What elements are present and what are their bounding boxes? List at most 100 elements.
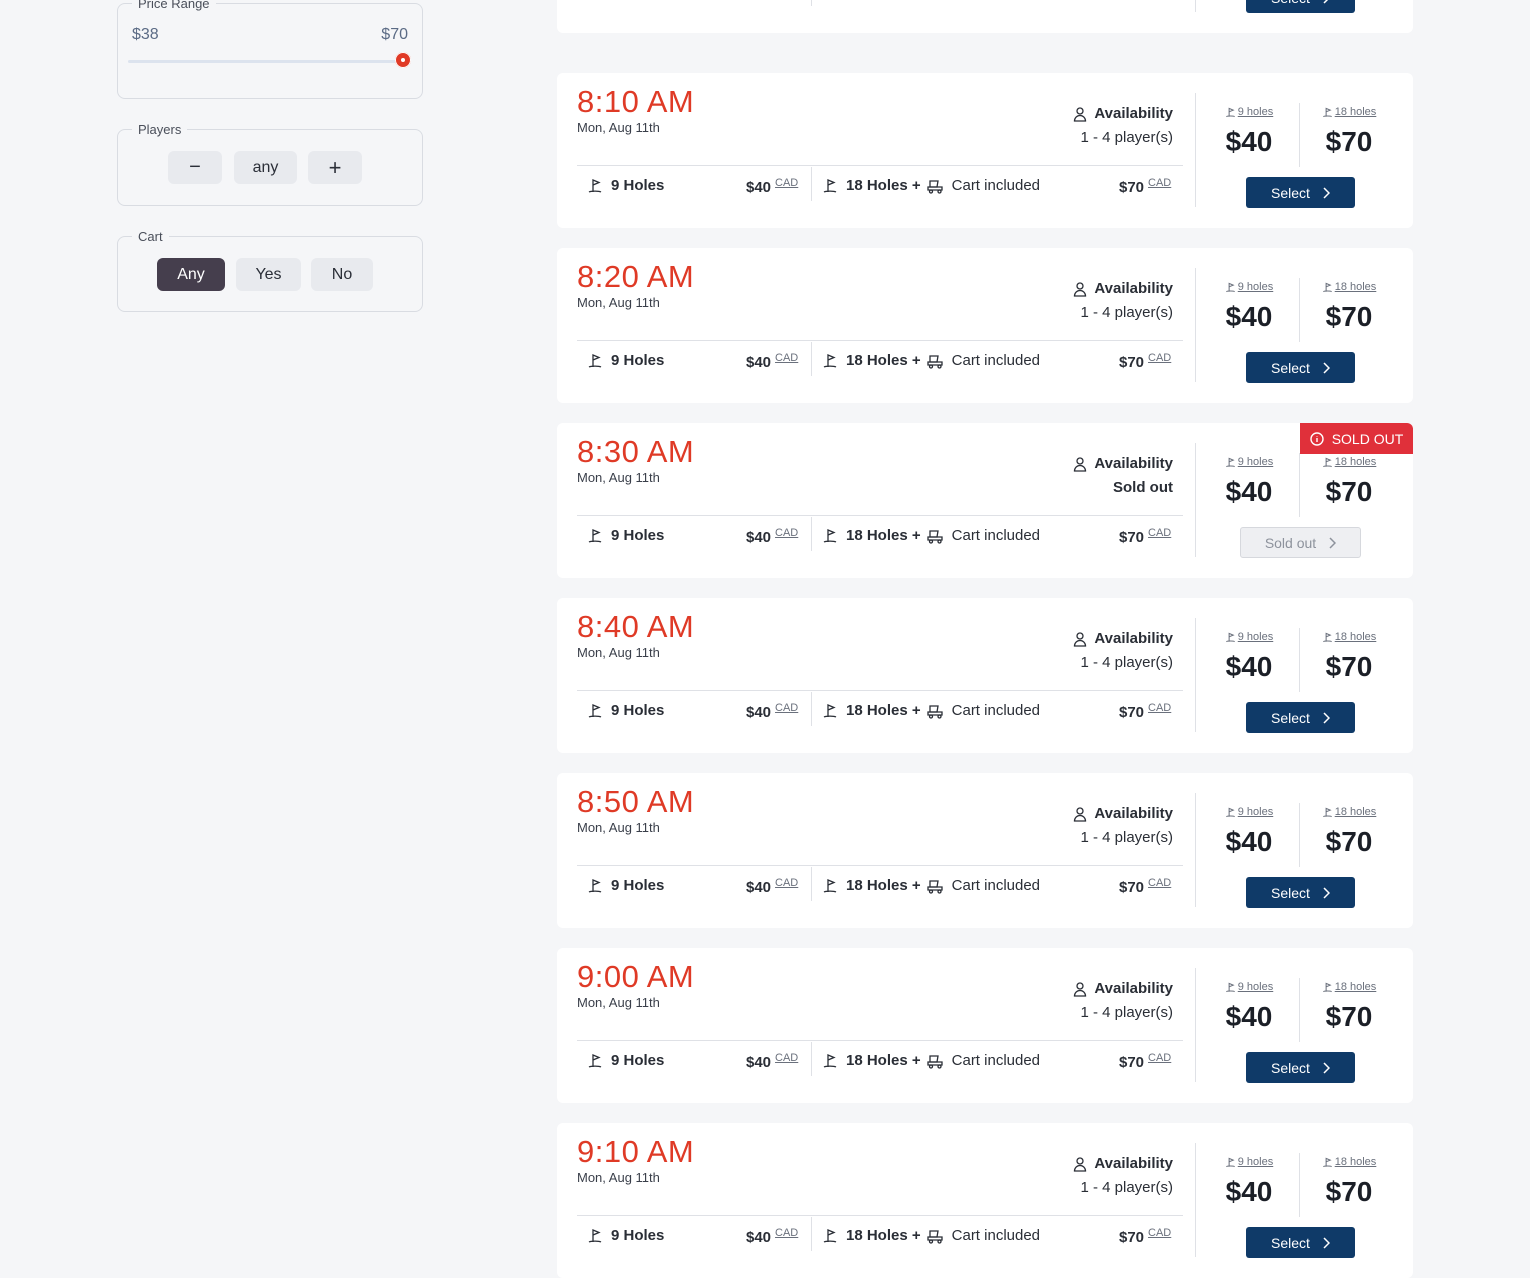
select-button[interactable]: Select	[1246, 1052, 1355, 1083]
select-button[interactable]: Select	[1246, 702, 1355, 733]
sold-out-badge: SOLD OUT	[1300, 423, 1413, 454]
currency-label[interactable]: CAD	[1148, 527, 1171, 539]
currency-label[interactable]: CAD	[775, 177, 798, 189]
select-button-label: Select	[1271, 884, 1310, 901]
players-filter: Players − any +	[117, 122, 423, 206]
option-9-holes: 9 Holes	[587, 877, 664, 894]
select-button[interactable]: Select	[1246, 1227, 1355, 1258]
divider	[1299, 103, 1300, 167]
divider	[1299, 978, 1300, 1042]
summary-18-holes: 18 holes $70	[1316, 631, 1382, 683]
golfer-icon	[1322, 1157, 1333, 1168]
currency-label[interactable]: CAD	[775, 702, 798, 714]
tee-time-card: 8:50 AM Mon, Aug 11th Availability 1 - 4…	[557, 773, 1413, 928]
golfer-icon	[1225, 282, 1236, 293]
tee-date: Mon, Aug 11th	[577, 120, 660, 135]
summary-9-price: $40	[1225, 476, 1273, 507]
summary-9-holes: 9 holes $40	[1216, 806, 1282, 858]
price-min-value: $38	[132, 26, 159, 43]
currency-label[interactable]: CAD	[775, 352, 798, 364]
golfer-icon	[822, 703, 838, 719]
option-9-price: $40CAD	[746, 877, 799, 896]
divider	[577, 165, 1183, 166]
currency-label[interactable]: CAD	[1148, 877, 1171, 889]
summary-18-price: $70	[1325, 1001, 1373, 1032]
cart-filter: Cart Any Yes No	[117, 229, 423, 312]
golfer-icon	[1322, 632, 1333, 643]
golfer-icon	[1225, 457, 1236, 468]
summary-9-label: 9 holes	[1237, 981, 1274, 993]
summary-18-price: $70	[1325, 1176, 1373, 1207]
option-9-price: $40CAD	[746, 527, 799, 546]
tee-date: Mon, Aug 11th	[577, 470, 660, 485]
price-range-filter: Price Range $38 $70	[117, 0, 423, 99]
currency-label[interactable]: CAD	[1148, 702, 1171, 714]
person-icon	[1072, 106, 1088, 122]
divider	[1299, 803, 1300, 867]
option-9-holes: 9 Holes	[587, 177, 664, 194]
cart-option-yes[interactable]: Yes	[236, 258, 301, 291]
tee-time-card: 8:30 AM Mon, Aug 11th Availability Sold …	[557, 423, 1413, 578]
select-button[interactable]: Select	[1246, 877, 1355, 908]
tee-date: Mon, Aug 11th	[577, 645, 660, 660]
currency-label[interactable]: CAD	[1148, 352, 1171, 364]
option-18-holes: 18 Holes + Cart included	[822, 1227, 1040, 1244]
golfer-icon	[1322, 107, 1333, 118]
players-decrement-button[interactable]: −	[168, 151, 222, 184]
golfer-icon	[587, 353, 603, 369]
availability-value: 1 - 4 player(s)	[1080, 829, 1173, 846]
cart-option-no[interactable]: No	[311, 258, 373, 291]
divider	[811, 517, 812, 551]
golfer-icon	[1322, 807, 1333, 818]
availability-value: 1 - 4 player(s)	[1080, 304, 1173, 321]
divider	[577, 690, 1183, 691]
golfer-icon	[587, 178, 603, 194]
currency-label[interactable]: CAD	[775, 527, 798, 539]
option-9-price: $40CAD	[746, 1227, 799, 1246]
select-button-label: Sold out	[1264, 534, 1317, 551]
currency-label[interactable]: CAD	[775, 877, 798, 889]
summary-18-holes: 18 holes $70	[1316, 456, 1382, 508]
currency-label[interactable]: CAD	[1148, 177, 1171, 189]
availability: Availability 1 - 4 player(s)	[1072, 630, 1173, 671]
option-18-label: 18 Holes +	[846, 702, 921, 719]
option-18-holes: 18 Holes + Cart included	[822, 527, 1040, 544]
currency-label[interactable]: CAD	[775, 1227, 798, 1239]
summary-9-price: $40	[1225, 126, 1273, 157]
option-9-holes: 9 Holes	[587, 1052, 664, 1069]
tee-time: 8:50 AM	[577, 784, 695, 819]
select-button[interactable]: Select	[1246, 177, 1355, 208]
tee-time-card: 8:20 AM Mon, Aug 11th Availability 1 - 4…	[557, 248, 1413, 403]
summary-9-label: 9 holes	[1237, 806, 1274, 818]
players-increment-button[interactable]: +	[308, 151, 362, 184]
availability-value: 1 - 4 player(s)	[1080, 654, 1173, 671]
divider	[811, 342, 812, 376]
currency-label[interactable]: CAD	[775, 1052, 798, 1064]
person-icon	[1072, 806, 1088, 822]
golfer-icon	[587, 1053, 603, 1069]
person-icon	[1072, 456, 1088, 472]
select-button[interactable]: Select	[1246, 352, 1355, 383]
cart-option-any[interactable]: Any	[157, 258, 225, 291]
option-18-label: 18 Holes +	[846, 352, 921, 369]
availability-value: 1 - 4 player(s)	[1080, 1004, 1173, 1021]
currency-label[interactable]: CAD	[1148, 1052, 1171, 1064]
price-slider-thumb[interactable]	[395, 52, 411, 68]
option-18-holes: 18 Holes + Cart included	[822, 702, 1040, 719]
currency-label[interactable]: CAD	[1148, 1227, 1171, 1239]
divider	[1299, 628, 1300, 692]
tee-time: 8:30 AM	[577, 434, 695, 469]
summary-9-price: $40	[1225, 651, 1273, 682]
option-9-label: 9 Holes	[611, 702, 665, 719]
price-summary: 9 holes $40 18 holes $70 Select	[1196, 773, 1413, 928]
info-icon	[1310, 431, 1324, 446]
option-18-holes: 18 Holes + Cart included	[822, 352, 1040, 369]
summary-9-price: $40	[1225, 1176, 1273, 1207]
players-value[interactable]: any	[234, 151, 297, 184]
divider	[1299, 278, 1300, 342]
select-button[interactable]: Select	[1246, 0, 1355, 13]
option-9-price: $40CAD	[746, 177, 799, 196]
summary-18-price: $70	[1325, 826, 1373, 857]
summary-18-holes: 18 holes $70	[1316, 106, 1382, 158]
price-slider-track[interactable]	[128, 60, 406, 63]
